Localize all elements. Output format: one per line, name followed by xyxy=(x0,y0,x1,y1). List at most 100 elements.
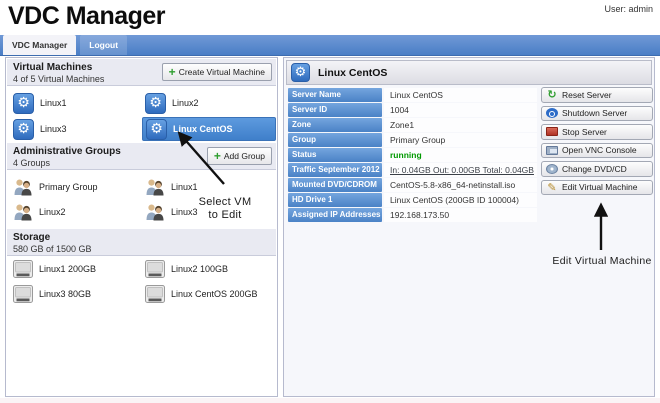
detail-value[interactable]: In: 0.04GB Out: 0.00GB Total: 0.04GB xyxy=(384,163,537,177)
tab-vdc-manager[interactable]: VDC Manager xyxy=(3,35,77,55)
shutdown-icon xyxy=(546,108,558,119)
group-label: Primary Group xyxy=(39,181,98,192)
detail-label: Traffic September 2012 xyxy=(288,163,382,177)
administrative-groups-title: Administrative Groups xyxy=(13,146,121,157)
detail-row: Server ID 1004 xyxy=(288,103,537,117)
user-label: User: admin xyxy=(604,4,653,14)
gear-icon xyxy=(291,63,310,82)
storage-title: Storage xyxy=(13,232,51,243)
hard-drive-icon xyxy=(145,284,165,303)
storage-item-linux2[interactable]: Linux2 100GB xyxy=(142,257,276,280)
detail-value: Zone1 xyxy=(384,118,537,132)
vm-item-linux1[interactable]: Linux1 xyxy=(10,91,142,115)
select-vm-annotation-line1: Select VM xyxy=(198,196,252,208)
stop-server-button[interactable]: Stop Server xyxy=(541,124,653,140)
vnc-icon xyxy=(546,145,558,155)
storage-label: Linux3 80GB xyxy=(39,288,92,299)
tab-logout[interactable]: Logout xyxy=(80,35,128,55)
users-icon xyxy=(13,203,33,221)
storage-item-linux1[interactable]: Linux1 200GB xyxy=(10,257,142,280)
detail-row: Status running xyxy=(288,148,537,162)
group-item-linux2[interactable]: Linux2 xyxy=(10,200,142,223)
shutdown-server-button[interactable]: Shutdown Server xyxy=(541,105,653,121)
detail-value: 1004 xyxy=(384,103,537,117)
detail-label: Zone xyxy=(288,118,382,132)
change-dvd-button[interactable]: Change DVD/CD xyxy=(541,161,653,177)
storage-list: Linux1 200GB Linux2 100GB Linux3 80GB Li… xyxy=(10,257,276,305)
vm-label: Linux CentOS xyxy=(173,124,233,134)
detail-label: Server ID xyxy=(288,103,382,117)
gear-icon xyxy=(13,92,34,114)
detail-row: Group Primary Group xyxy=(288,133,537,147)
storage-label: Linux CentOS 200GB xyxy=(171,288,258,299)
virtual-machines-section-header: Virtual Machines 4 of 5 Virtual Machines… xyxy=(7,59,276,86)
vm-list: Linux1 Linux2 Linux3 Linux CentOS xyxy=(10,91,276,141)
vm-item-linux-centos[interactable]: Linux CentOS xyxy=(142,117,276,141)
tab-bar: VDC Manager Logout xyxy=(0,35,660,56)
selected-vm-title: Linux CentOS xyxy=(318,66,388,79)
create-virtual-machine-label: Create Virtual Machine xyxy=(178,67,265,77)
selected-vm-header: Linux CentOS xyxy=(286,60,652,85)
detail-value: Primary Group xyxy=(384,133,537,147)
page-bottom-strip xyxy=(0,398,660,403)
action-label: Open VNC Console xyxy=(562,145,637,156)
storage-item-linux3[interactable]: Linux3 80GB xyxy=(10,282,142,305)
plus-icon: + xyxy=(213,149,221,163)
group-item-primary-group[interactable]: Primary Group xyxy=(10,175,142,198)
detail-value: CentOS-5.8-x86_64-netinstall.iso xyxy=(384,178,537,192)
vm-label: Linux3 xyxy=(40,124,67,134)
group-label: Linux2 xyxy=(39,206,66,217)
vm-item-linux3[interactable]: Linux3 xyxy=(10,117,142,141)
group-item-linux1[interactable]: Linux1 xyxy=(142,175,276,198)
virtual-machines-count: 4 of 5 Virtual Machines xyxy=(13,74,105,84)
administrative-groups-section-header: Administrative Groups 4 Groups + Add Gro… xyxy=(7,143,276,170)
hard-drive-icon xyxy=(13,284,33,303)
select-vm-annotation-line2: to Edit xyxy=(208,209,242,221)
detail-label: Group xyxy=(288,133,382,147)
vm-label: Linux2 xyxy=(172,98,199,108)
gear-icon xyxy=(146,118,167,140)
open-vnc-console-button[interactable]: Open VNC Console xyxy=(541,142,653,158)
vm-item-linux2[interactable]: Linux2 xyxy=(142,91,276,115)
storage-usage: 580 GB of 1500 GB xyxy=(13,244,92,254)
users-icon xyxy=(145,203,165,221)
add-group-button[interactable]: + Add Group xyxy=(206,147,272,165)
detail-label: HD Drive 1 xyxy=(288,193,382,207)
users-icon xyxy=(13,178,33,196)
edit-vm-annotation: Edit Virtual Machine xyxy=(552,255,652,267)
plus-icon: + xyxy=(168,65,176,79)
storage-item-linux-centos[interactable]: Linux CentOS 200GB xyxy=(142,282,276,305)
action-label: Edit Virtual Machine xyxy=(562,182,638,193)
hard-drive-icon xyxy=(13,259,33,278)
add-group-label: Add Group xyxy=(223,151,265,161)
create-virtual-machine-button[interactable]: + Create Virtual Machine xyxy=(161,63,272,81)
dvd-icon xyxy=(546,163,558,174)
detail-value: 192.168.173.50 xyxy=(384,208,537,222)
right-panel: Linux CentOS Server Name Linux CentOS Se… xyxy=(283,57,655,397)
vm-details-table: Server Name Linux CentOS Server ID 1004 … xyxy=(288,88,537,223)
vm-actions: Reset Server Shutdown Server Stop Server… xyxy=(541,87,653,195)
edit-virtual-machine-button[interactable]: Edit Virtual Machine xyxy=(541,179,653,195)
detail-label: Mounted DVD/CDROM xyxy=(288,178,382,192)
app-header: VDC Manager User: admin xyxy=(0,0,660,34)
detail-value: Linux CentOS xyxy=(384,88,537,102)
reset-server-button[interactable]: Reset Server xyxy=(541,87,653,103)
action-label: Stop Server xyxy=(562,126,607,137)
storage-section-header: Storage 580 GB of 1500 GB xyxy=(7,229,276,256)
detail-label: Assigned IP Addresses xyxy=(288,208,382,222)
detail-row: Server Name Linux CentOS xyxy=(288,88,537,102)
left-panel: Virtual Machines 4 of 5 Virtual Machines… xyxy=(5,57,278,397)
reset-icon xyxy=(546,88,558,101)
groups-count: 4 Groups xyxy=(13,158,51,168)
detail-row: Traffic September 2012 In: 0.04GB Out: 0… xyxy=(288,163,537,177)
detail-value: running xyxy=(384,148,537,162)
action-label: Shutdown Server xyxy=(562,108,628,119)
group-label: Linux1 xyxy=(171,181,198,192)
action-label: Reset Server xyxy=(562,89,612,100)
edit-icon xyxy=(546,181,558,194)
detail-label: Status xyxy=(288,148,382,162)
detail-value: Linux CentOS (200GB ID 100004) xyxy=(384,193,537,207)
hard-drive-icon xyxy=(145,259,165,278)
action-label: Change DVD/CD xyxy=(562,163,627,174)
gear-icon xyxy=(145,92,166,114)
